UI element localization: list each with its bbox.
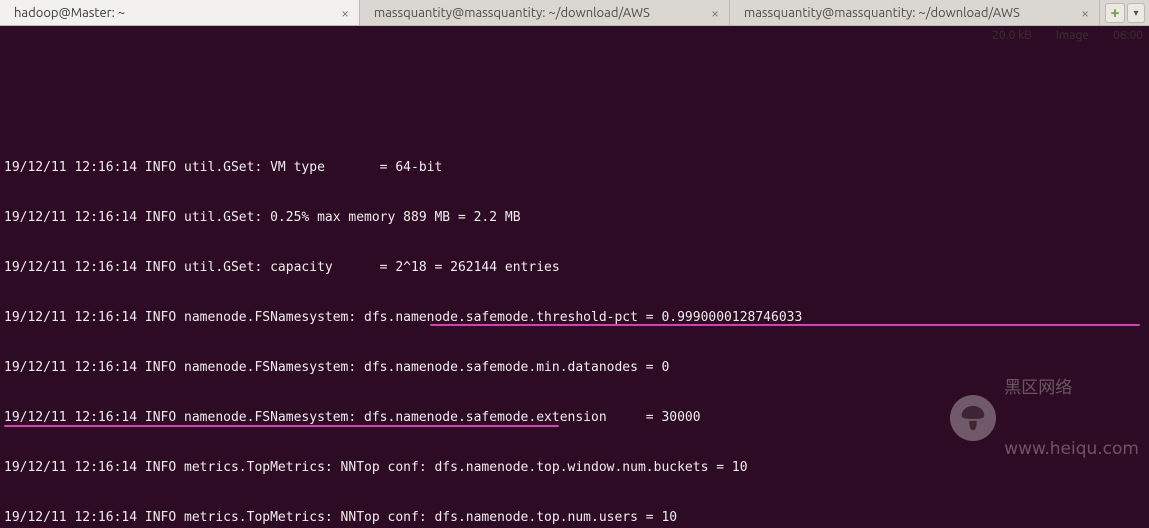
show-through-size: 20.0 kB	[992, 28, 1032, 45]
watermark: 黑区网络 www.heiqu.com	[950, 337, 1139, 500]
terminal[interactable]: 20.0 kB Image 06:00 19/12/11 12:16:14 IN…	[0, 26, 1149, 528]
show-through-type: Image	[1056, 28, 1089, 45]
watermark-text: 黑区网络 www.heiqu.com	[1004, 337, 1139, 500]
watermark-line1: 黑区网络	[1004, 378, 1139, 398]
plus-icon: +	[1110, 5, 1119, 21]
show-through-panel: 20.0 kB Image 06:00	[992, 26, 1143, 45]
log-line: 19/12/11 12:16:14 INFO util.GSet: VM typ…	[4, 160, 1145, 177]
tab-menu-button[interactable]: ▾	[1127, 3, 1145, 23]
add-tab-button[interactable]: +	[1105, 3, 1125, 23]
log-line: 19/12/11 12:16:14 INFO metrics.TopMetric…	[4, 510, 1145, 527]
close-icon[interactable]: ×	[341, 5, 349, 21]
mushroom-icon	[950, 395, 996, 441]
tab-inactive-1[interactable]: massquantity@massquantity: ~/download/AW…	[360, 0, 730, 25]
tab-label: massquantity@massquantity: ~/download/AW…	[744, 6, 1071, 20]
tab-bar: hadoop@Master: ~ × massquantity@massquan…	[0, 0, 1149, 26]
tab-inactive-2[interactable]: massquantity@massquantity: ~/download/AW…	[730, 0, 1100, 25]
show-through-time: 06:00	[1113, 28, 1143, 45]
tab-tail: + ▾	[1100, 0, 1149, 25]
watermark-line2: www.heiqu.com	[1004, 439, 1139, 459]
close-icon[interactable]: ×	[1081, 5, 1089, 21]
log-line: 19/12/11 12:16:14 INFO util.GSet: capaci…	[4, 260, 1145, 277]
log-line: 19/12/11 12:16:14 INFO util.GSet: 0.25% …	[4, 210, 1145, 227]
annotation-underline-1	[430, 324, 1140, 326]
chevron-down-icon: ▾	[1133, 7, 1138, 19]
tab-active[interactable]: hadoop@Master: ~ ×	[0, 0, 360, 25]
tab-label: hadoop@Master: ~	[14, 6, 331, 20]
tab-label: massquantity@massquantity: ~/download/AW…	[374, 6, 701, 20]
annotation-underline-2	[4, 425, 559, 427]
close-icon[interactable]: ×	[711, 5, 719, 21]
